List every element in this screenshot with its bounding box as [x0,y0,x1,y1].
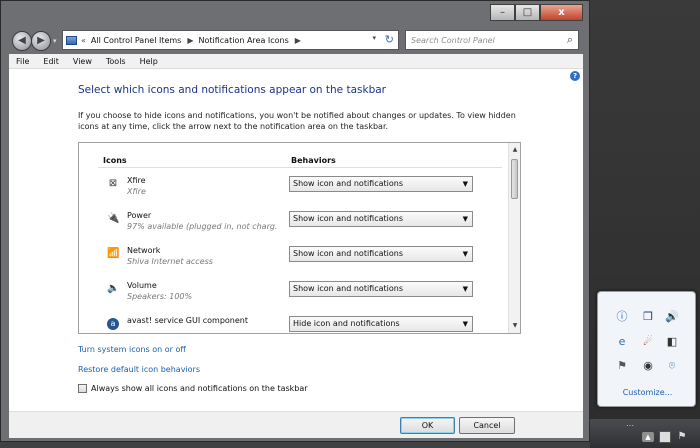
chevron-down-icon: ▼ [462,285,468,293]
item-name: Volume [127,281,157,290]
item-description: Xfire [127,187,146,196]
header-divider [98,167,502,168]
page-title: Select which icons and notifications app… [78,84,386,96]
avast-icon: a [107,318,119,330]
address-bar[interactable]: « All Control Panel Items ▶ Notification… [62,30,399,50]
scroll-up-icon[interactable]: ▲ [509,145,520,155]
back-button[interactable]: ◀ [12,31,32,51]
behavior-value: Hide icon and notifications [293,319,400,328]
always-show-option[interactable]: Always show all icons and notifications … [78,384,308,393]
list-scrollbar[interactable]: ▲ ▼ [508,143,520,333]
content-pane: ? Select which icons and notifications a… [9,69,583,411]
search-placeholder: Search Control Panel [411,35,495,45]
menu-bar: File Edit View Tools Help [9,54,583,69]
control-panel-icon [66,35,77,45]
show-hidden-icons-button[interactable]: ▲ [642,432,654,442]
action-center-flag-icon[interactable]: ⚑ [615,359,629,373]
breadcrumb-arrow-icon[interactable]: ▶ [295,36,301,45]
customize-link[interactable]: Customize... [598,388,697,397]
close-button[interactable]: x [540,4,583,21]
dropbox-icon[interactable]: ❒ [641,310,655,324]
restore-defaults-link[interactable]: Restore default icon behaviors [78,365,200,374]
menu-edit[interactable]: Edit [43,57,59,66]
power-icon: 🔌 [107,213,120,224]
ccleaner-icon[interactable]: ☄ [641,335,655,349]
speaker-icon[interactable]: 🔊 [665,310,679,324]
item-name: Power [127,211,152,220]
icons-behaviors-list: Icons Behaviors ⊠ Xfire Xfire Show icon … [78,142,521,334]
behavior-select[interactable]: Hide icon and notifications ▼ [289,316,473,332]
behavior-select[interactable]: Show icon and notifications ▼ [289,281,473,297]
cancel-button[interactable]: Cancel [459,417,515,434]
control-panel-window: – □ x ◀ ▶ ▾ « All Control Panel Items ▶ … [0,0,590,442]
menu-file[interactable]: File [16,57,29,66]
intro-text: If you choose to hide icons and notifica… [78,111,516,131]
xfire-icon: ⊠ [108,178,118,189]
tray-app-icon[interactable]: ◧ [665,335,679,349]
behavior-select[interactable]: Show icon and notifications ▼ [289,176,473,192]
address-dropdown-icon[interactable]: ▾ [372,34,376,42]
scroll-down-icon[interactable]: ▼ [509,321,520,331]
chevron-down-icon: ▼ [462,320,468,328]
recent-pages-dropdown[interactable]: ▾ [53,37,57,45]
volume-icon: 🔈 [107,283,120,294]
behavior-select[interactable]: Show icon and notifications ▼ [289,211,473,227]
behavior-value: Show icon and notifications [293,179,404,188]
scroll-thumb[interactable] [511,159,518,199]
item-name: Xfire [127,176,146,185]
item-name: Network [127,246,161,255]
network-icon: 📶 [107,248,120,259]
list-item: 🔌 Power 97% available (plugged in, not c… [99,208,495,238]
column-header-behaviors: Behaviors [291,156,336,165]
help-icon[interactable]: ? [570,71,580,81]
ok-button[interactable]: OK [400,417,455,434]
always-show-label: Always show all icons and notifications … [91,384,308,393]
breadcrumb-arrow-icon[interactable]: ▶ [187,36,193,45]
wifi-tray-icon[interactable]: ⌾ [665,359,679,373]
title-bar: – □ x [1,1,589,25]
turn-system-icons-link[interactable]: Turn system icons on or off [78,345,186,354]
chevron-down-icon: ▼ [462,180,468,188]
search-input[interactable]: Search Control Panel ⌕ [405,30,579,50]
list-item: ⊠ Xfire Xfire Show icon and notification… [99,173,495,203]
navigation-bar: ◀ ▶ ▾ « All Control Panel Items ▶ Notifi… [1,27,589,53]
ie-icon[interactable]: e [615,335,629,349]
minimize-button[interactable]: – [490,4,515,21]
taskbar-tray-icon[interactable] [659,431,671,443]
item-description: 97% available (plugged in, not charg... [127,222,277,231]
menu-help[interactable]: Help [140,57,158,66]
info-icon[interactable]: ⓘ [615,310,629,324]
list-item: a avast! service GUI component Hide icon… [99,313,495,333]
menu-tools[interactable]: Tools [106,57,126,66]
item-name: avast! service GUI component [127,316,249,325]
breadcrumb-all-control-panel-items[interactable]: All Control Panel Items [91,36,181,45]
chevron-down-icon: ▼ [462,250,468,258]
forward-button[interactable]: ▶ [31,31,51,51]
taskbar-flag-icon[interactable]: ⚑ [676,431,688,443]
column-header-icons: Icons [103,156,127,165]
breadcrumb-overflow[interactable]: « [81,36,86,45]
always-show-checkbox[interactable] [78,384,87,393]
behavior-select[interactable]: Show icon and notifications ▼ [289,246,473,262]
behavior-value: Show icon and notifications [293,249,404,258]
behavior-value: Show icon and notifications [293,214,404,223]
caption-buttons: – □ x [490,4,583,21]
notification-overflow-flyout: ⓘ ❒ 🔊 e ☄ ◧ ⚑ ◉ ⌾ Customize... [597,291,696,407]
steam-icon[interactable]: ◉ [641,359,655,373]
list-item: 📶 Network Shiva Internet access Show ico… [99,243,495,273]
menu-view[interactable]: View [73,57,92,66]
maximize-button[interactable]: □ [515,4,540,21]
refresh-icon[interactable]: ↻ [385,33,394,46]
breadcrumb-notification-area-icons[interactable]: Notification Area Icons [199,36,289,45]
list-item: 🔈 Volume Speakers: 100% Show icon and no… [99,278,495,308]
behavior-value: Show icon and notifications [293,284,404,293]
chevron-down-icon: ▼ [462,215,468,223]
dialog-footer: OK Cancel [9,411,583,438]
search-icon[interactable]: ⌕ [567,33,573,47]
dots-icon: ⋯ [626,421,635,430]
item-description: Speakers: 100% [127,292,193,301]
item-description: Shiva Internet access [127,257,213,266]
